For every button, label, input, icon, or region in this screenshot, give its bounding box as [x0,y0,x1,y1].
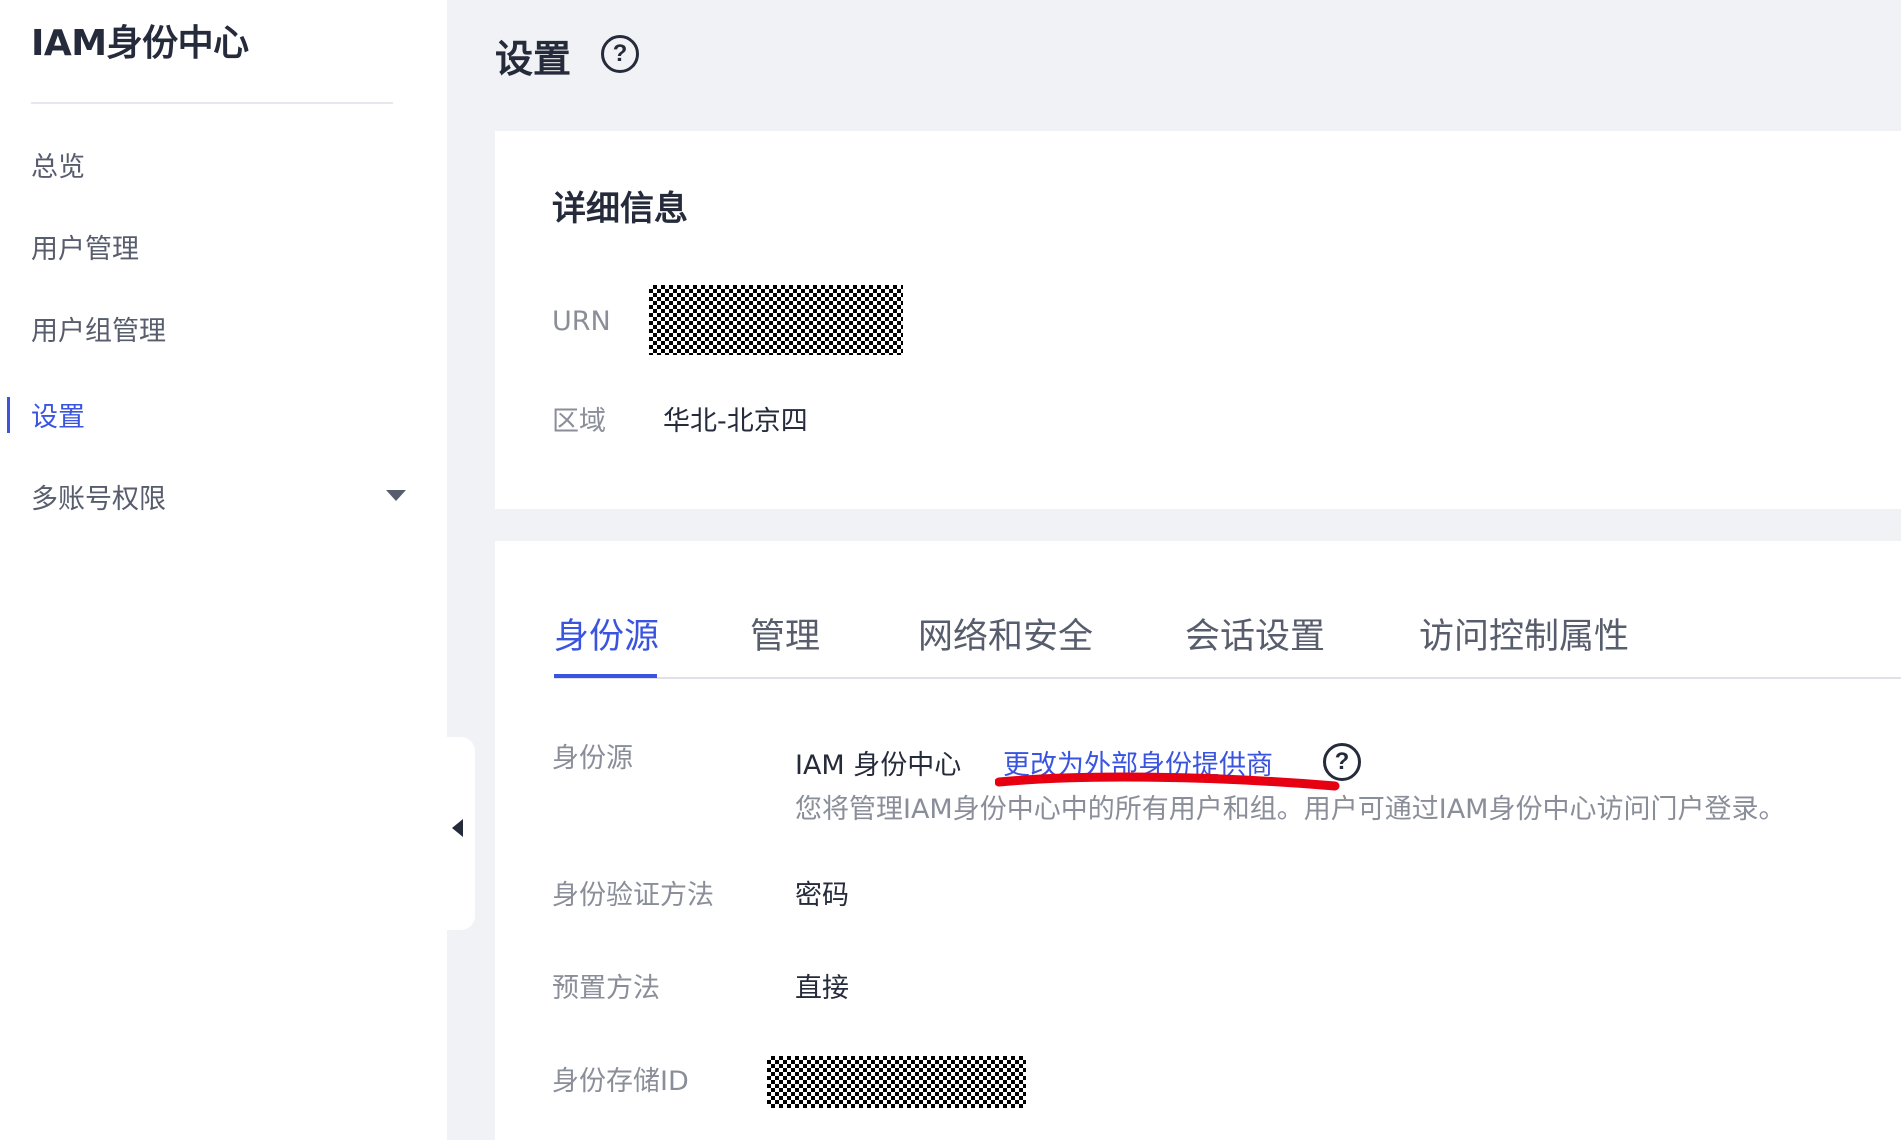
tab-session-settings[interactable]: 会话设置 [1185,608,1325,659]
identity-source-description: 您将管理IAM身份中心中的所有用户和组。用户可通过IAM身份中心访问门户登录。 [795,794,1786,825]
active-indicator [7,397,10,433]
tabs-divider [554,677,1901,679]
provisioning-method-value: 直接 [795,973,849,1004]
sidebar-item-multi-account-permissions[interactable]: 多账号权限 [31,477,166,516]
help-icon[interactable]: ? [601,35,639,73]
identity-store-id-label: 身份存储ID [552,1066,689,1097]
details-title: 详细信息 [552,189,688,229]
tab-network-security[interactable]: 网络和安全 [918,608,1093,659]
identity-store-id-redacted-value [767,1056,1026,1108]
sidebar-divider [31,102,393,104]
region-label: 区域 [552,406,606,437]
app-title: IAM身份中心 [31,23,249,64]
urn-redacted-value [649,285,903,355]
sidebar-item-user-management[interactable]: 用户管理 [31,227,139,266]
page-title: 设置 [495,37,572,81]
active-tab-indicator [554,674,657,678]
sidebar: IAM身份中心 总览 用户管理 用户组管理 设置 多账号权限 [0,0,447,1140]
provisioning-method-label: 预置方法 [552,973,660,1004]
identity-source-label: 身份源 [552,743,633,774]
auth-method-value: 密码 [795,880,849,911]
identity-source-value: IAM 身份中心 [795,750,962,781]
sidebar-item-group-management[interactable]: 用户组管理 [31,309,166,348]
tab-management[interactable]: 管理 [750,608,820,659]
collapse-arrow-icon [452,819,463,837]
sidebar-item-overview[interactable]: 总览 [31,145,85,184]
region-value: 华北-北京四 [663,406,808,437]
chevron-down-icon[interactable] [386,490,406,501]
urn-label: URN [552,306,611,337]
sidebar-item-settings[interactable]: 设置 [31,395,85,434]
tab-identity-source[interactable]: 身份源 [554,608,659,659]
tab-access-control-attributes[interactable]: 访问控制属性 [1419,608,1629,659]
auth-method-label: 身份验证方法 [552,880,714,911]
